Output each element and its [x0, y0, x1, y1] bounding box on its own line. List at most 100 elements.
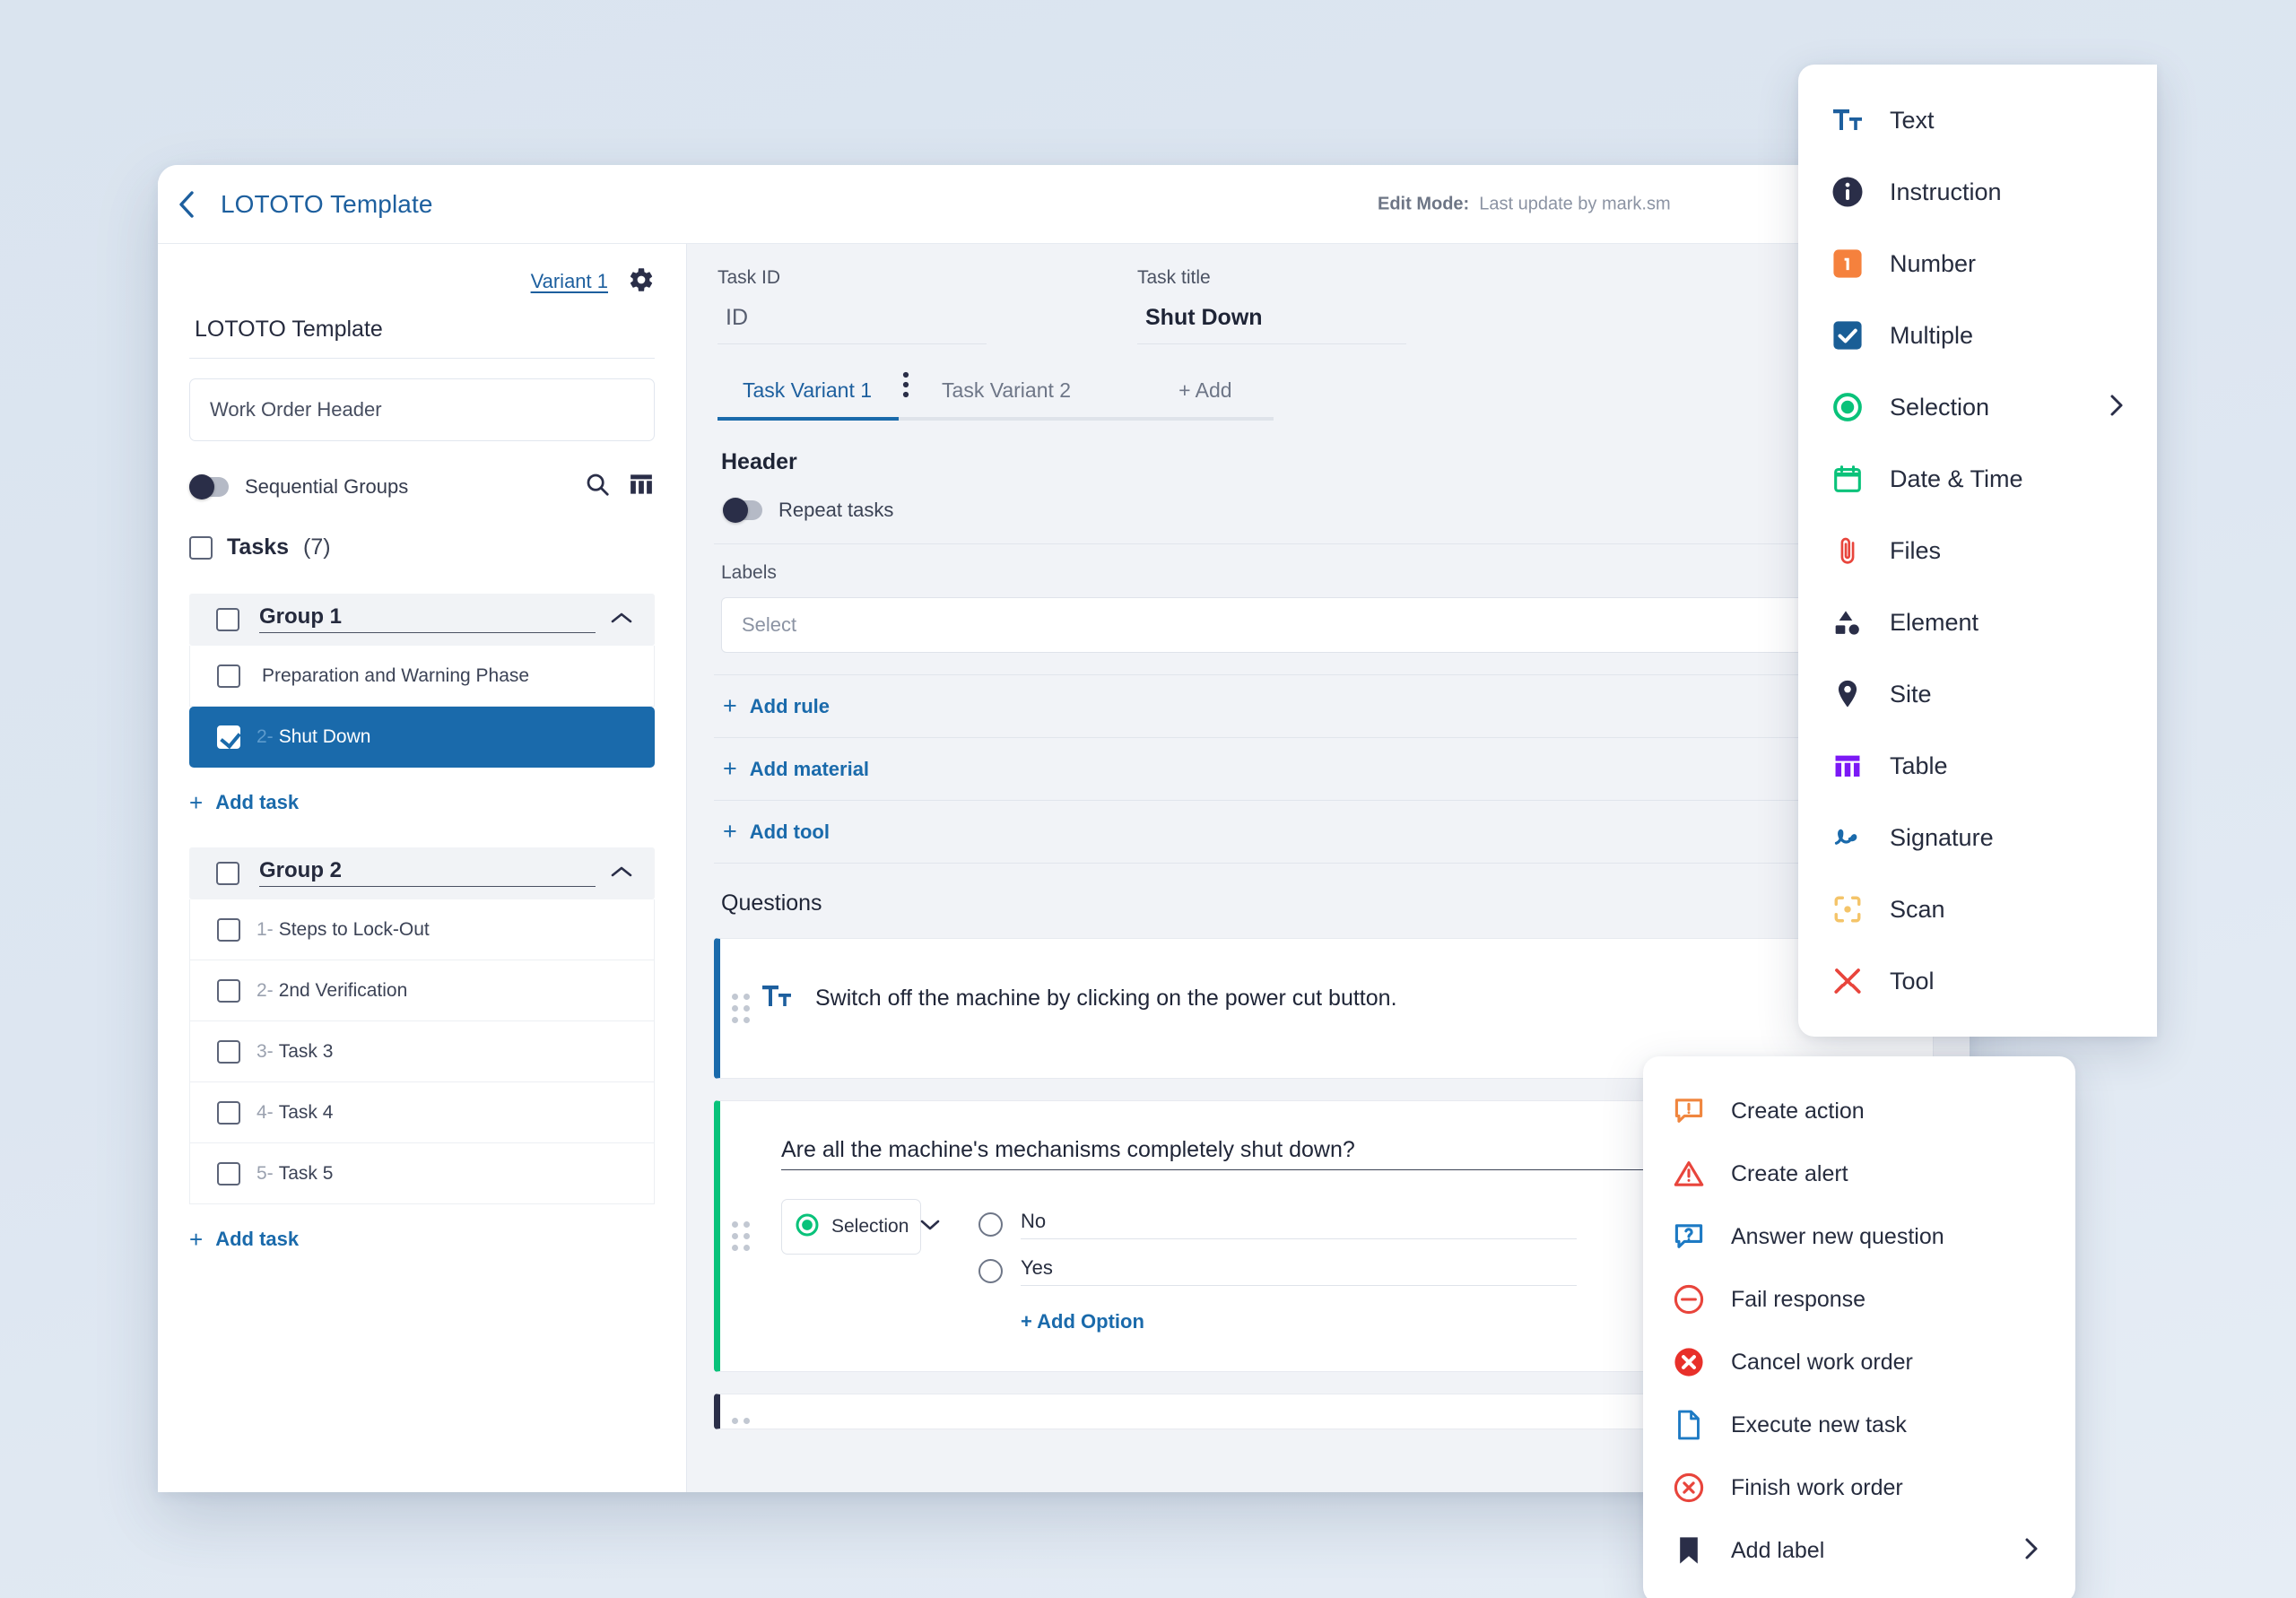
task-checkbox[interactable] [217, 1100, 240, 1125]
header-section-title: Header [721, 449, 797, 474]
option-row[interactable]: Yes [978, 1247, 1577, 1294]
menu-item-finish-work-order[interactable]: Finish work order [1643, 1456, 2075, 1519]
drag-dots-icon [732, 1418, 750, 1424]
task-row[interactable]: 3- Task 3 [189, 1021, 655, 1082]
drag-handle[interactable] [720, 939, 761, 1078]
task-row-selected[interactable]: 2- Shut Down [189, 707, 655, 768]
add-task-label: Add task [215, 791, 300, 813]
task-row[interactable]: 4- Task 4 [189, 1082, 655, 1143]
work-order-header-field[interactable]: Work Order Header [189, 378, 655, 441]
radio-icon[interactable] [978, 1258, 1003, 1283]
task-id-input[interactable]: ID [718, 289, 987, 344]
group-name-2[interactable]: Group 2 [259, 860, 596, 887]
tab-add-variant[interactable]: + Add [1178, 378, 1231, 417]
group-checkbox-2[interactable] [216, 862, 239, 885]
gear-icon[interactable] [628, 266, 655, 298]
drag-handle[interactable] [720, 1394, 761, 1429]
menu-item-number[interactable]: Number [1798, 228, 2157, 300]
add-option-button[interactable]: + Add Option [1021, 1310, 1577, 1333]
signature-icon [1829, 824, 1866, 851]
back-button[interactable] [158, 165, 215, 244]
sequential-groups-toggle[interactable] [189, 473, 229, 499]
menu-item-signature[interactable]: Signature [1798, 802, 2157, 873]
task-row[interactable]: 2- 2nd Verification [189, 960, 655, 1021]
question-type-select[interactable]: Selection [781, 1199, 940, 1255]
edit-mode-status: Edit Mode: Last update by mark.sm [1378, 194, 1671, 214]
text-format-icon [761, 984, 792, 1013]
task-checkbox[interactable] [217, 917, 240, 942]
menu-item-add-label[interactable]: Add label [1643, 1519, 2075, 1582]
task-label: 2nd Verification [278, 979, 408, 1001]
chevron-up-icon[interactable] [610, 864, 633, 883]
tab-task-variant-1[interactable]: Task Variant 1 [717, 378, 900, 421]
add-material-button[interactable]: + Add material [714, 738, 1970, 801]
edit-mode-label: Edit Mode: [1378, 194, 1470, 213]
menu-item-create-alert[interactable]: Create alert [1643, 1142, 2075, 1205]
menu-item-create-action[interactable]: Create action [1643, 1080, 2075, 1142]
menu-item-tool[interactable]: Tool [1798, 945, 2157, 1017]
menu-item-selection[interactable]: Selection [1798, 371, 2157, 443]
add-rule-button[interactable]: + Add rule [714, 675, 1970, 738]
window-topbar: LOTOTO Template Edit Mode: Last update b… [158, 165, 1970, 244]
drag-handle[interactable] [720, 1101, 761, 1371]
add-tool-button[interactable]: + Add tool [714, 801, 1970, 864]
menu-item-answer-new-question[interactable]: Answer new question [1643, 1205, 2075, 1268]
chevron-right-icon[interactable] [2023, 1537, 2039, 1565]
menu-item-site[interactable]: Site [1798, 658, 2157, 730]
menu-item-element[interactable]: Element [1798, 586, 2157, 658]
menu-item-label: Signature [1890, 823, 1994, 851]
task-title-input[interactable]: Shut Down [1137, 289, 1406, 344]
chevron-up-icon[interactable] [610, 611, 633, 630]
add-task-button-group-1[interactable]: + Add task [189, 791, 655, 814]
group-checkbox-1[interactable] [216, 608, 239, 631]
task-row[interactable]: 1- Steps to Lock-Out [189, 899, 655, 960]
labels-block: Labels Select [714, 544, 1970, 675]
task-prefix: 1- [257, 918, 274, 940]
table-icon[interactable] [628, 471, 655, 502]
tools-icon [1829, 966, 1866, 996]
task-row[interactable]: 5- Task 5 [189, 1143, 655, 1204]
group-header-1[interactable]: Group 1 [189, 594, 655, 646]
menu-item-files[interactable]: Files [1798, 515, 2157, 586]
search-icon[interactable] [584, 471, 611, 502]
add-task-button-group-2[interactable]: + Add task [189, 1228, 655, 1251]
menu-item-label: Create action [1731, 1098, 1865, 1124]
menu-item-table[interactable]: Table [1798, 730, 2157, 802]
task-id-field-group: Task ID ID [718, 267, 987, 344]
add-material-label: Add material [749, 757, 870, 780]
more-vertical-icon[interactable] [902, 371, 909, 403]
plus-icon: + [189, 789, 204, 816]
labels-select[interactable]: Select [721, 597, 1878, 653]
group-header-2[interactable]: Group 2 [189, 847, 655, 899]
group-name-1[interactable]: Group 1 [259, 606, 596, 633]
menu-item-multiple[interactable]: Multiple [1798, 300, 2157, 371]
menu-item-fail-response[interactable]: Fail response [1643, 1268, 2075, 1331]
chevron-right-icon[interactable] [2109, 394, 2125, 421]
task-checkbox[interactable] [217, 1161, 240, 1185]
tab-task-variant-2[interactable]: Task Variant 2 [942, 378, 1071, 417]
chevron-down-icon[interactable] [920, 1219, 940, 1236]
task-checkbox[interactable] [217, 1039, 240, 1064]
repeat-tasks-toggle[interactable] [723, 498, 762, 523]
option-label[interactable]: No [1021, 1210, 1577, 1239]
task-checkbox[interactable] [217, 725, 240, 749]
menu-item-text[interactable]: Text [1798, 84, 2157, 156]
radio-selected-icon [1829, 392, 1866, 422]
task-prefix: 4- [257, 1101, 274, 1123]
x-circle-filled-icon [1670, 1347, 1708, 1377]
menu-item-scan[interactable]: Scan [1798, 873, 2157, 945]
menu-item-date-time[interactable]: Date & Time [1798, 443, 2157, 515]
task-row[interactable]: Preparation and Warning Phase [189, 646, 655, 707]
variant-selector-link[interactable]: Variant 1 [531, 270, 608, 293]
menu-item-execute-new-task[interactable]: Execute new task [1643, 1394, 2075, 1456]
option-label[interactable]: Yes [1021, 1256, 1577, 1286]
option-row[interactable]: No [978, 1201, 1577, 1247]
menu-item-instruction[interactable]: Instruction [1798, 156, 2157, 228]
menu-item-label: Scan [1890, 895, 1945, 923]
task-checkbox[interactable] [217, 664, 240, 688]
menu-item-label: Table [1890, 751, 1948, 779]
menu-item-cancel-work-order[interactable]: Cancel work order [1643, 1331, 2075, 1394]
radio-icon[interactable] [978, 1212, 1003, 1237]
task-checkbox[interactable] [217, 978, 240, 1003]
tasks-select-all-checkbox[interactable] [189, 535, 213, 560]
